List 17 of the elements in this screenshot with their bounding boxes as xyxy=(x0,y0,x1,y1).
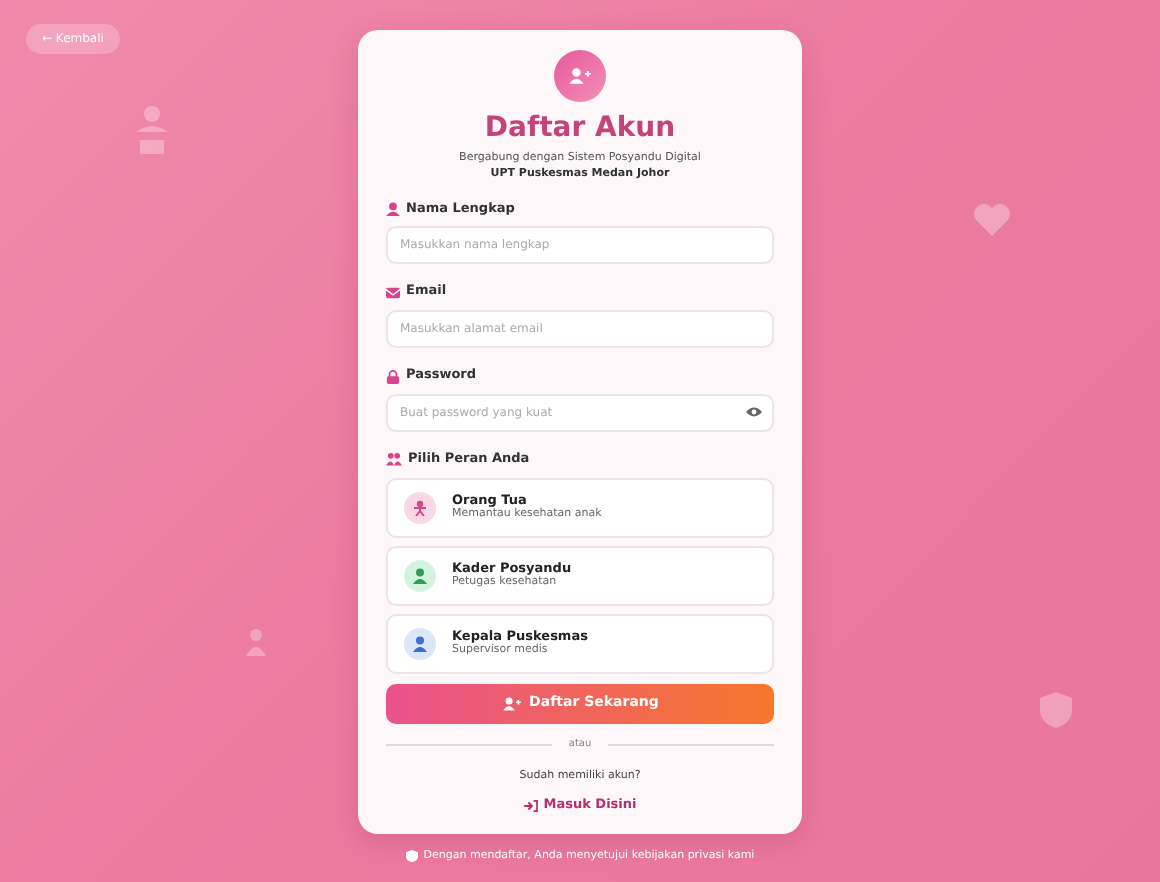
person-icon xyxy=(412,567,428,584)
shield-icon xyxy=(1038,690,1074,730)
envelope-icon xyxy=(386,285,400,300)
person-icon xyxy=(244,628,268,656)
login-icon xyxy=(523,800,538,813)
user-icon xyxy=(386,202,400,217)
eye-icon[interactable] xyxy=(746,406,762,419)
person-icon xyxy=(412,635,428,652)
add-user-icon xyxy=(568,66,592,86)
add-user-icon xyxy=(501,695,522,712)
heart-icon xyxy=(972,202,1012,238)
shield-icon xyxy=(405,850,418,863)
person-icon xyxy=(132,104,172,156)
users-icon xyxy=(386,452,402,467)
card-title: Daftar Akun xyxy=(482,112,678,146)
person-icon xyxy=(412,499,428,516)
lock-icon xyxy=(386,369,400,384)
